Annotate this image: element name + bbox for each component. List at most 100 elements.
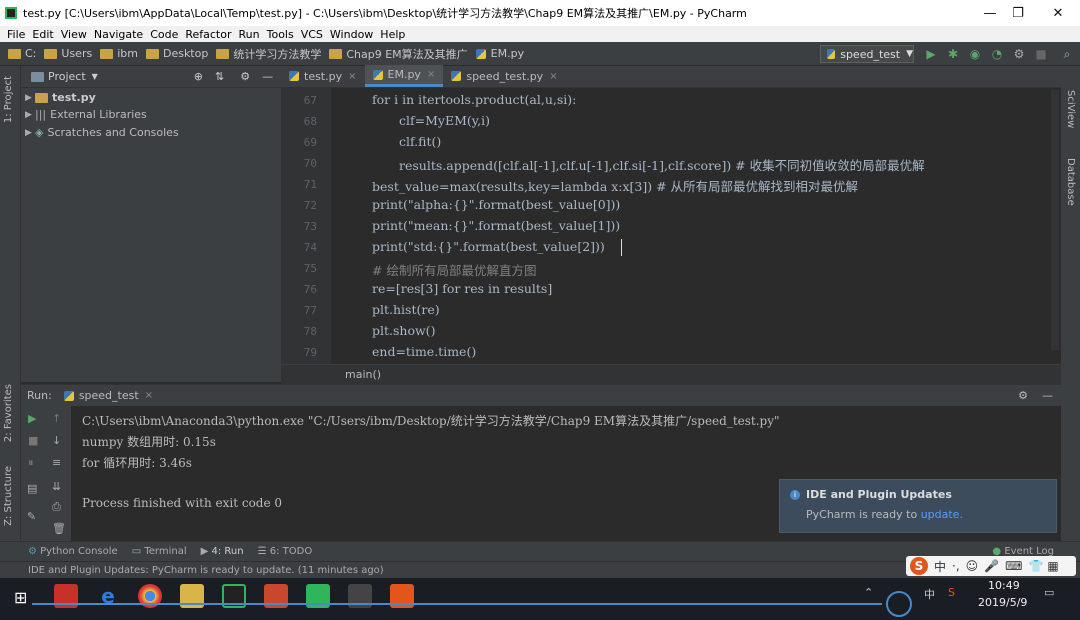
run-icon[interactable]: ▶ xyxy=(924,47,938,61)
tab-em-py[interactable]: EM.py × xyxy=(364,65,444,87)
update-notification[interactable]: i IDE and Plugin Updates PyCharm is read… xyxy=(779,479,1057,533)
emoji-icon[interactable]: ☺ xyxy=(966,559,979,573)
expand-arrow-icon[interactable]: ▶ xyxy=(25,93,35,103)
close-button[interactable]: ✕ xyxy=(1040,0,1076,26)
project-tool-tab[interactable]: 1: Project xyxy=(3,76,14,123)
menu-bar: File Edit View Navigate Code Refactor Ru… xyxy=(0,26,1080,42)
breadcrumb-ibm[interactable]: ibm xyxy=(100,47,138,60)
todo-tab[interactable]: ☰ 6: TODO xyxy=(258,546,313,557)
python-file-icon xyxy=(372,69,383,80)
breadcrumb-course-folder[interactable]: 统计学习方法教学 xyxy=(216,46,321,62)
project-view-select[interactable]: Project xyxy=(48,70,86,83)
terminal-tab[interactable]: ▭ Terminal xyxy=(132,546,187,557)
navigation-bar: C: Users ibm Desktop 统计学习方法教学 Chap9 EM算法… xyxy=(0,42,1080,66)
pause-icon[interactable]: ⏸ xyxy=(28,456,34,470)
console-line: numpy 数组用时: 0.15s xyxy=(82,435,216,449)
menu-window[interactable]: Window xyxy=(330,28,373,41)
print-icon[interactable]: ⎙ xyxy=(52,500,61,514)
menu-vcs[interactable]: VCS xyxy=(301,28,323,41)
coverage-icon[interactable]: ◉ xyxy=(968,47,982,61)
stop-icon[interactable]: ■ xyxy=(1034,47,1048,61)
run-config-select[interactable]: speed_test ▼ xyxy=(820,45,914,63)
database-tool-tab[interactable]: Database xyxy=(1065,158,1076,206)
expand-arrow-icon[interactable]: ▶ xyxy=(25,110,35,120)
rerun-icon[interactable]: ▶ xyxy=(28,412,36,425)
pin-icon[interactable]: ✎ xyxy=(27,510,36,523)
menu-grid-icon[interactable]: ▦ xyxy=(1047,559,1058,573)
code-editor[interactable]: for i in itertools.product(al,u,si): clf… xyxy=(331,88,1061,364)
ime-lang[interactable]: 中 xyxy=(934,558,946,575)
run-tab-speed-test[interactable]: speed_test × xyxy=(63,389,153,402)
menu-file[interactable]: File xyxy=(7,28,25,41)
ime-toolbar[interactable]: S 中 ·, ☺ 🎤 ⌨ 👕 ▦ xyxy=(906,556,1076,576)
mic-icon[interactable]: 🎤 xyxy=(984,559,999,573)
debug-icon[interactable]: ✱ xyxy=(946,47,960,61)
run-tool-tab[interactable]: ▶ 4: Run xyxy=(201,546,244,557)
concurrency-icon[interactable]: ⚙ xyxy=(1012,47,1026,61)
console-line: for 循环用时: 3.46s xyxy=(82,456,192,470)
stop-icon[interactable]: ■ xyxy=(28,434,38,447)
gear-icon[interactable]: ⚙ xyxy=(1018,389,1028,402)
clock-date[interactable]: 2019/5/9 xyxy=(978,596,1027,609)
menu-help[interactable]: Help xyxy=(380,28,405,41)
hide-icon[interactable]: — xyxy=(262,70,273,83)
menu-navigate[interactable]: Navigate xyxy=(94,28,143,41)
menu-tools[interactable]: Tools xyxy=(267,28,294,41)
tray-arrow-icon[interactable]: ⌃ xyxy=(864,586,873,599)
search-icon[interactable]: ⌕ xyxy=(1060,47,1074,61)
menu-run[interactable]: Run xyxy=(239,28,260,41)
maximize-button[interactable]: ❐ xyxy=(1000,0,1036,26)
breadcrumb-file[interactable]: EM.py xyxy=(475,47,524,60)
favorites-tool-tab[interactable]: 2: Favorites xyxy=(3,384,14,442)
sciview-tool-tab[interactable]: SciView xyxy=(1065,90,1076,128)
scroll-from-source-icon[interactable]: ⇅ xyxy=(215,70,224,83)
scratches-icon: ◈ xyxy=(35,126,44,139)
video-progress-bar[interactable] xyxy=(32,603,882,605)
soft-wrap-icon[interactable]: ≡ xyxy=(52,456,61,469)
menu-refactor[interactable]: Refactor xyxy=(185,28,231,41)
layout-icon[interactable]: ▤ xyxy=(27,482,37,495)
chevron-down-icon[interactable]: ▼ xyxy=(92,72,98,81)
sogou-tray-icon[interactable]: S xyxy=(948,586,955,599)
tree-item-scratches[interactable]: ▶ ◈ Scratches and Consoles xyxy=(25,126,179,139)
clear-icon[interactable]: 🗑 xyxy=(52,522,66,535)
menu-view[interactable]: View xyxy=(61,28,87,41)
skin-icon[interactable]: 👕 xyxy=(1028,559,1043,573)
up-arrow-icon[interactable]: ↑ xyxy=(52,412,61,425)
update-link[interactable]: update. xyxy=(921,508,963,521)
editor-scrollbar[interactable] xyxy=(1051,90,1059,350)
run-config-label: speed_test xyxy=(840,47,901,61)
scroll-to-end-icon[interactable]: ⇊ xyxy=(52,480,61,493)
notification-center-icon[interactable]: ▭ xyxy=(1044,586,1054,599)
python-console-tab[interactable]: ⚙ Python Console xyxy=(28,546,118,557)
editor-breadcrumb[interactable]: main() xyxy=(281,364,1061,384)
clock-time[interactable]: 10:49 xyxy=(988,579,1020,592)
windows-start-icon[interactable]: ⊞ xyxy=(14,588,27,607)
hide-icon[interactable]: — xyxy=(1042,389,1053,402)
tree-item-test-py[interactable]: ▶ test.py xyxy=(25,91,96,104)
taskbar-lang[interactable]: 中 xyxy=(924,586,935,602)
expand-arrow-icon[interactable]: ▶ xyxy=(25,128,35,138)
tab-speed-test-py[interactable]: speed_test.py × xyxy=(443,65,565,87)
gear-icon[interactable]: ⚙ xyxy=(240,70,250,83)
keyboard-icon[interactable]: ⌨ xyxy=(1005,559,1022,573)
close-tab-icon[interactable]: × xyxy=(427,69,435,80)
close-tab-icon[interactable]: × xyxy=(348,71,356,82)
down-arrow-icon[interactable]: ↓ xyxy=(52,434,61,447)
video-progress-handle[interactable] xyxy=(886,591,912,617)
profile-icon[interactable]: ◔ xyxy=(990,47,1004,61)
menu-edit[interactable]: Edit xyxy=(32,28,53,41)
close-tab-icon[interactable]: × xyxy=(145,390,153,401)
ime-punct[interactable]: ·, xyxy=(952,559,960,573)
close-tab-icon[interactable]: × xyxy=(549,71,557,82)
breadcrumb-desktop[interactable]: Desktop xyxy=(145,47,208,60)
breadcrumb-drive[interactable]: C: xyxy=(8,47,36,60)
breadcrumb-chap9-folder[interactable]: Chap9 EM算法及其推广 xyxy=(329,46,468,62)
tree-item-external-libraries[interactable]: ▶ ||| External Libraries xyxy=(25,108,147,121)
menu-code[interactable]: Code xyxy=(150,28,178,41)
structure-tool-tab[interactable]: Z: Structure xyxy=(3,466,14,526)
sogou-icon: S xyxy=(910,557,928,575)
collapse-icon[interactable]: ⊕ xyxy=(194,70,203,83)
breadcrumb-users[interactable]: Users xyxy=(44,47,92,60)
tab-test-py[interactable]: test.py × xyxy=(281,65,365,87)
